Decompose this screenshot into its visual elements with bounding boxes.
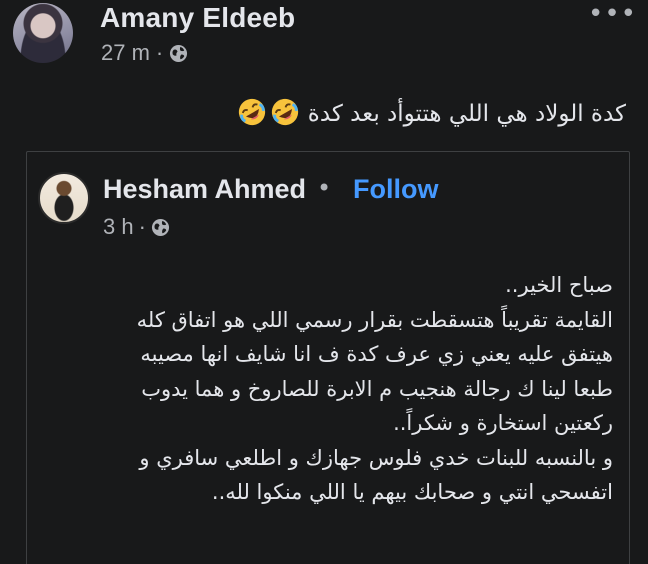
post-header: Amany Eldeeb 27 m · ••• [0, 0, 648, 80]
shared-post-body: صباح الخير.. القايمة تقريباً هتسقطت بقرا… [33, 268, 613, 510]
follow-separator: • [317, 174, 332, 202]
shared-meta: 3 h · [103, 214, 170, 240]
shared-author-name[interactable]: Hesham Ahmed [103, 174, 306, 205]
post-author-name[interactable]: Amany Eldeeb [100, 2, 295, 34]
body-line: ركعتين استخارة و شكراً.. [393, 411, 613, 435]
body-line: و بالنسبه للبنات خدي فلوس جهازك و اطلعي … [139, 445, 613, 470]
follow-button[interactable]: Follow [353, 174, 438, 205]
shared-post-card[interactable]: Hesham Ahmed • Follow 3 h · صباح الخير..… [26, 151, 630, 564]
body-line: اتفسحي انتي و صحابك بيهم يا اللي منكوا ل… [211, 480, 613, 504]
post-meta: 27 m · [101, 40, 188, 66]
rolling-on-floor-laughing-emoji [272, 98, 299, 126]
body-line: طبعا لينا ك رجالة هنجيب م الابرة للصاروخ… [141, 376, 613, 401]
rolling-on-floor-laughing-emoji [239, 98, 266, 126]
caption-text: كدة الولاد هي اللي هتتوأد بعد كدة [307, 101, 626, 127]
meta-separator: · [155, 40, 164, 65]
shared-avatar[interactable] [38, 172, 90, 224]
body-line: صباح الخير.. [505, 273, 613, 297]
shared-timestamp[interactable]: 3 h [103, 214, 134, 240]
post-timestamp[interactable]: 27 m [101, 40, 150, 66]
body-line: هيتفق عليه يعني زي عرف كدة ف انا شايف ان… [140, 342, 613, 366]
body-line: القايمة تقريباً هتسقطت بقرار رسمي اللي ه… [136, 307, 613, 332]
meta-separator: · [138, 214, 146, 239]
globe-icon [170, 44, 188, 62]
more-options-button[interactable]: ••• [588, 1, 637, 27]
avatar[interactable] [13, 3, 73, 63]
post-caption: كدة الولاد هي اللي هتتوأد بعد كدة [26, 92, 626, 136]
globe-icon [151, 218, 169, 236]
